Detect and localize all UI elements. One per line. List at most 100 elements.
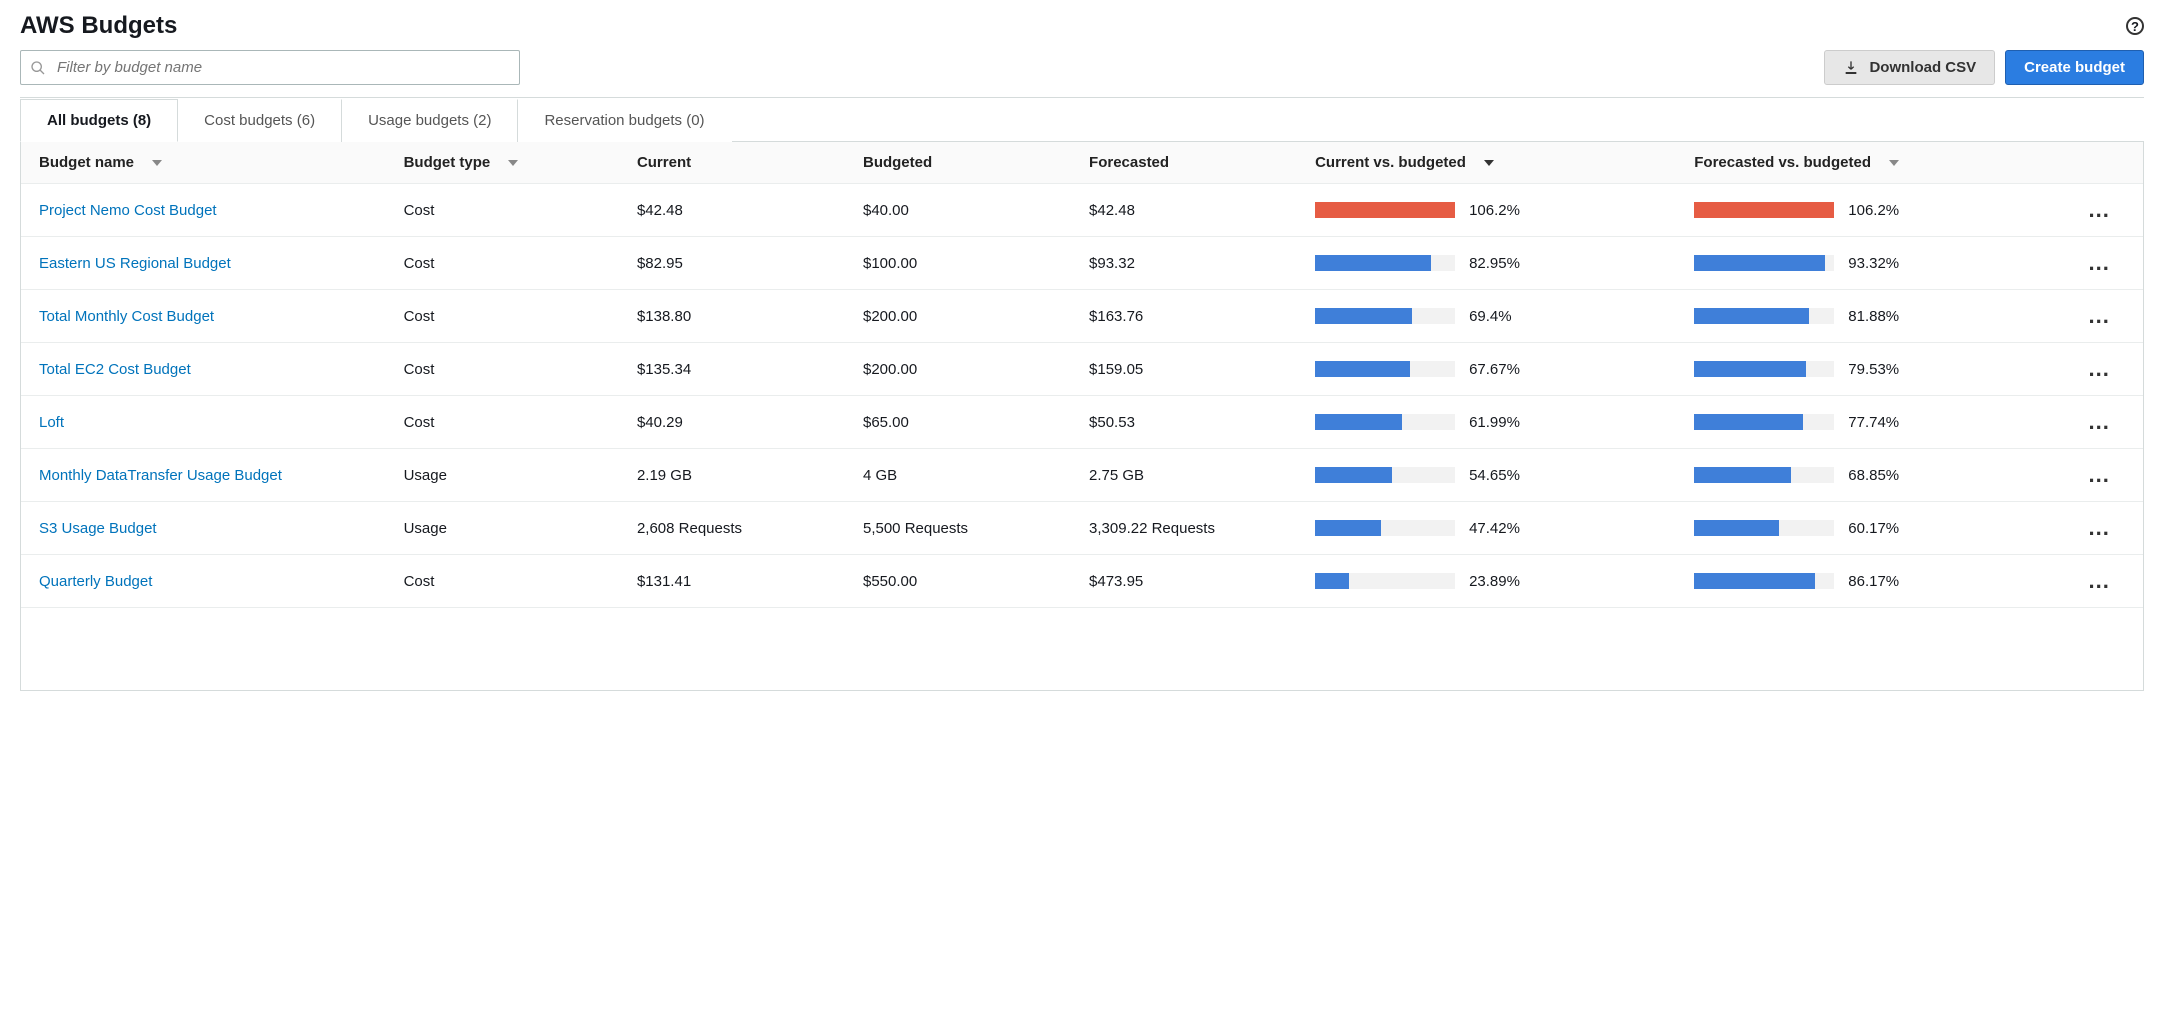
cell-progress: 86.17% xyxy=(1676,555,2055,608)
cell-progress: 68.85% xyxy=(1676,449,2055,502)
cell-current: 2,608 Requests xyxy=(619,502,845,555)
create-budget-label: Create budget xyxy=(2024,59,2125,76)
budget-link[interactable]: Project Nemo Cost Budget xyxy=(39,202,217,219)
cell-current: $138.80 xyxy=(619,290,845,343)
cell-forecasted: $42.48 xyxy=(1071,184,1297,237)
cell-progress: 106.2% xyxy=(1676,184,2055,237)
col-header-actions xyxy=(2055,142,2143,184)
budget-link[interactable]: Eastern US Regional Budget xyxy=(39,255,231,272)
col-header-fvb[interactable]: Forecasted vs. budgeted xyxy=(1676,142,2055,184)
table-row: Project Nemo Cost BudgetCost$42.48$40.00… xyxy=(21,184,2143,237)
table-row: Eastern US Regional BudgetCost$82.95$100… xyxy=(21,237,2143,290)
budgets-table: Budget name Budget type Current Budgeted… xyxy=(21,142,2143,608)
cell-budgeted: $200.00 xyxy=(845,343,1071,396)
cell-budget-name: Quarterly Budget xyxy=(21,555,386,608)
progress-label: 81.88% xyxy=(1848,308,1918,325)
col-header-name[interactable]: Budget name xyxy=(21,142,386,184)
row-actions-button[interactable]: ... xyxy=(2055,237,2143,290)
col-header-type[interactable]: Budget type xyxy=(386,142,619,184)
sort-icon xyxy=(1889,160,1899,166)
cell-budget-name: Eastern US Regional Budget xyxy=(21,237,386,290)
budget-link[interactable]: Loft xyxy=(39,414,64,431)
cell-forecasted: $473.95 xyxy=(1071,555,1297,608)
create-budget-button[interactable]: Create budget xyxy=(2005,50,2144,85)
cell-budget-name: S3 Usage Budget xyxy=(21,502,386,555)
cell-progress: 81.88% xyxy=(1676,290,2055,343)
cell-budgeted: 5,500 Requests xyxy=(845,502,1071,555)
search-input[interactable] xyxy=(20,50,520,85)
progress-label: 93.32% xyxy=(1848,255,1918,272)
search-icon xyxy=(30,60,46,76)
sort-icon xyxy=(152,160,162,166)
tab-1[interactable]: Cost budgets (6) xyxy=(177,99,342,142)
download-csv-button[interactable]: Download CSV xyxy=(1824,50,1995,85)
cell-progress: 61.99% xyxy=(1297,396,1676,449)
progress-fill xyxy=(1694,573,1815,589)
row-actions-button[interactable]: ... xyxy=(2055,555,2143,608)
table-row: Monthly DataTransfer Usage BudgetUsage2.… xyxy=(21,449,2143,502)
cell-budgeted: $550.00 xyxy=(845,555,1071,608)
progress-bar xyxy=(1315,573,1455,589)
help-icon[interactable]: ? xyxy=(2126,17,2144,35)
cell-progress: 93.32% xyxy=(1676,237,2055,290)
tab-3[interactable]: Reservation budgets (0) xyxy=(517,99,731,142)
col-header-cvb[interactable]: Current vs. budgeted xyxy=(1297,142,1676,184)
progress-fill xyxy=(1694,414,1803,430)
tab-2[interactable]: Usage budgets (2) xyxy=(341,99,518,142)
progress-bar xyxy=(1315,361,1455,377)
cell-budgeted: $200.00 xyxy=(845,290,1071,343)
progress-label: 77.74% xyxy=(1848,414,1918,431)
table-row: Total EC2 Cost BudgetCost$135.34$200.00$… xyxy=(21,343,2143,396)
cell-type: Usage xyxy=(386,502,619,555)
col-header-current-label: Current xyxy=(637,154,691,171)
col-header-budgeted[interactable]: Budgeted xyxy=(845,142,1071,184)
budget-link[interactable]: Quarterly Budget xyxy=(39,573,152,590)
row-actions-button[interactable]: ... xyxy=(2055,502,2143,555)
col-header-forecasted[interactable]: Forecasted xyxy=(1071,142,1297,184)
cell-budget-name: Loft xyxy=(21,396,386,449)
cell-progress: 47.42% xyxy=(1297,502,1676,555)
cell-budgeted: $65.00 xyxy=(845,396,1071,449)
cell-type: Cost xyxy=(386,555,619,608)
row-actions-button[interactable]: ... xyxy=(2055,449,2143,502)
progress-fill xyxy=(1315,467,1392,483)
row-actions-button[interactable]: ... xyxy=(2055,343,2143,396)
progress-fill xyxy=(1315,414,1402,430)
cell-budget-name: Total EC2 Cost Budget xyxy=(21,343,386,396)
col-header-current[interactable]: Current xyxy=(619,142,845,184)
sort-icon xyxy=(1484,160,1494,166)
cell-type: Cost xyxy=(386,184,619,237)
progress-fill xyxy=(1315,255,1431,271)
cell-forecasted: 3,309.22 Requests xyxy=(1071,502,1297,555)
budget-link[interactable]: Monthly DataTransfer Usage Budget xyxy=(39,467,282,484)
row-actions-button[interactable]: ... xyxy=(2055,290,2143,343)
budget-link[interactable]: Total EC2 Cost Budget xyxy=(39,361,191,378)
progress-fill xyxy=(1315,361,1410,377)
progress-label: 23.89% xyxy=(1469,573,1539,590)
progress-fill xyxy=(1315,573,1348,589)
progress-bar xyxy=(1694,255,1834,271)
budget-link[interactable]: Total Monthly Cost Budget xyxy=(39,308,214,325)
cell-progress: 67.67% xyxy=(1297,343,1676,396)
progress-fill xyxy=(1315,308,1412,324)
col-header-type-label: Budget type xyxy=(404,154,491,171)
cell-forecasted: $163.76 xyxy=(1071,290,1297,343)
progress-label: 79.53% xyxy=(1848,361,1918,378)
progress-bar xyxy=(1315,202,1455,218)
col-header-forecasted-label: Forecasted xyxy=(1089,154,1169,171)
progress-bar xyxy=(1694,202,1834,218)
progress-label: 82.95% xyxy=(1469,255,1539,272)
cell-progress: 54.65% xyxy=(1297,449,1676,502)
progress-bar xyxy=(1315,414,1455,430)
download-csv-label: Download CSV xyxy=(1869,59,1976,76)
budget-link[interactable]: S3 Usage Budget xyxy=(39,520,157,537)
col-header-fvb-label: Forecasted vs. budgeted xyxy=(1694,154,1871,171)
table-row: Quarterly Budget Cost$131.41$550.00$473.9… xyxy=(21,555,2143,608)
row-actions-button[interactable]: ... xyxy=(2055,184,2143,237)
cell-current: $131.41 xyxy=(619,555,845,608)
col-header-budgeted-label: Budgeted xyxy=(863,154,932,171)
row-actions-button[interactable]: ... xyxy=(2055,396,2143,449)
progress-bar xyxy=(1694,520,1834,536)
cell-budgeted: $100.00 xyxy=(845,237,1071,290)
tab-0[interactable]: All budgets (8) xyxy=(20,99,178,142)
